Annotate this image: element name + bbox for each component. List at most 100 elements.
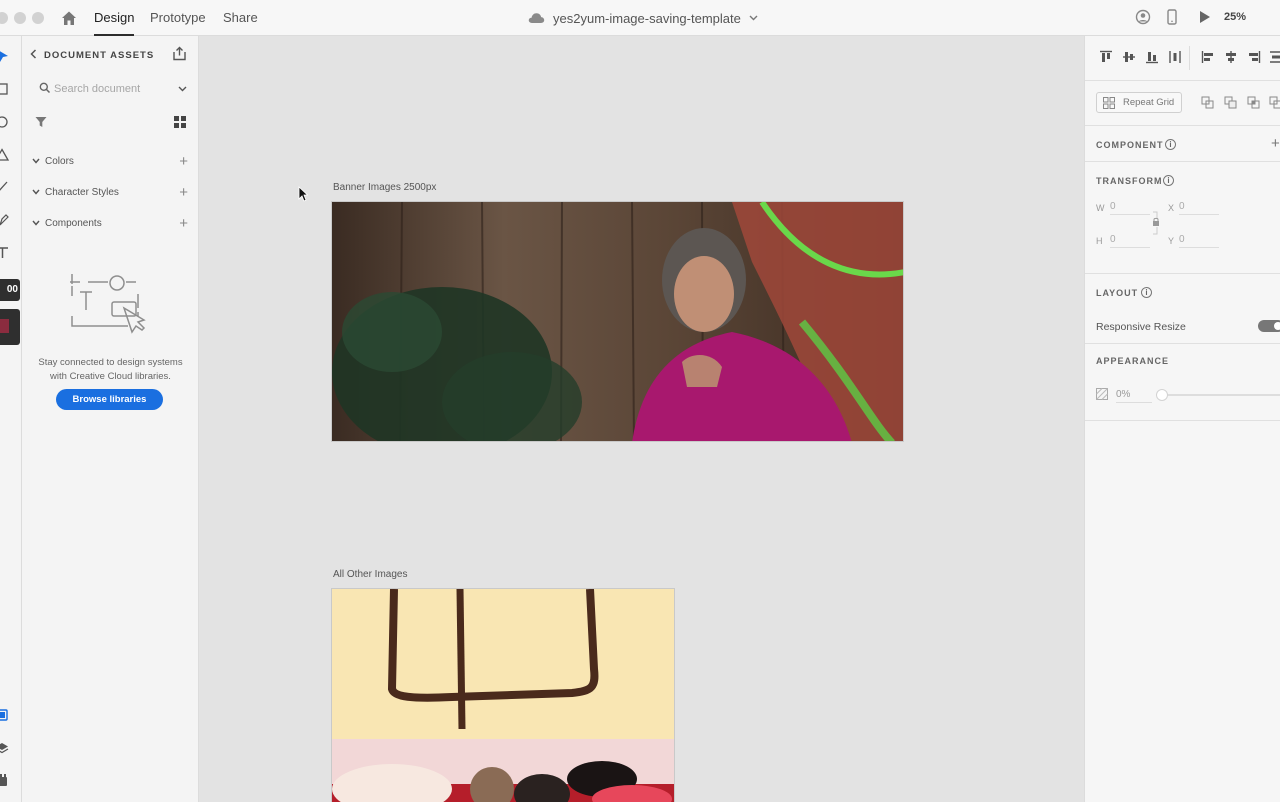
align-bottom-icon[interactable] [1145, 50, 1159, 64]
section-label: Colors [45, 156, 74, 167]
component-title: COMPONENT [1096, 140, 1164, 150]
appearance-title: APPEARANCE [1096, 356, 1170, 366]
polygon-tool-icon[interactable] [0, 148, 14, 162]
window-close-button[interactable] [0, 12, 8, 24]
artboard-all-other-images[interactable] [331, 588, 675, 802]
living-room-photo [332, 589, 674, 802]
artboard-title-banner[interactable]: Banner Images 2500px [333, 182, 436, 193]
align-right-icon[interactable] [1247, 50, 1261, 64]
assets-panel-icon[interactable] [0, 708, 14, 722]
export-share-icon[interactable] [172, 46, 187, 61]
user-profile-icon[interactable] [1135, 9, 1151, 25]
tab-design[interactable]: Design [94, 10, 135, 36]
empty-libraries-message: Stay connected to design systems with Cr… [22, 356, 199, 383]
align-center-icon[interactable] [1224, 50, 1238, 64]
divider [1189, 46, 1190, 70]
window-minimize-button[interactable] [14, 12, 26, 24]
browse-libraries-button[interactable]: Browse libraries [56, 389, 163, 410]
y-label: Y [1168, 236, 1175, 246]
width-field[interactable]: 0 [1110, 201, 1150, 215]
search-document-input[interactable] [54, 80, 174, 98]
opacity-slider-knob[interactable] [1156, 389, 1168, 401]
opacity-slider-track[interactable] [1162, 394, 1280, 396]
add-component-button[interactable]: + [1271, 135, 1280, 152]
grid-view-icon[interactable] [174, 116, 186, 128]
document-title-dropdown[interactable]: yes2yum-image-saving-template [528, 9, 758, 27]
document-title: yes2yum-image-saving-template [553, 10, 741, 26]
transform-section: TRANSFORM i W 0 H 0 X 0 Y 0 [1085, 162, 1280, 274]
component-info-icon[interactable]: i [1165, 139, 1176, 150]
repeat-grid-button[interactable]: Repeat Grid [1096, 92, 1182, 113]
x-label: X [1168, 203, 1175, 213]
search-filter-dropdown-icon[interactable] [178, 86, 187, 92]
ellipse-tool-icon[interactable] [0, 115, 14, 129]
document-assets-panel: DOCUMENT ASSETS Colors + Character Style… [22, 36, 199, 802]
align-left-icon[interactable] [1201, 50, 1215, 64]
add-color-button[interactable]: + [179, 153, 188, 170]
repeat-grid-icon [1103, 97, 1115, 109]
artboard-tool-badge[interactable]: 00 [0, 279, 20, 301]
search-icon [39, 82, 51, 94]
align-top-icon[interactable] [1099, 50, 1113, 64]
transform-info-icon[interactable]: i [1163, 175, 1174, 186]
boolean-add-icon[interactable] [1201, 96, 1214, 109]
component-section: COMPONENT i + [1085, 126, 1280, 162]
boolean-exclude-icon[interactable] [1269, 96, 1280, 109]
filter-icon[interactable] [35, 116, 47, 128]
layers-panel-icon[interactable] [0, 741, 14, 755]
play-preview-icon[interactable] [1198, 9, 1212, 25]
add-component-button[interactable]: + [179, 215, 188, 232]
chevron-down-icon [749, 15, 758, 21]
tab-share[interactable]: Share [223, 10, 258, 25]
chevron-down-icon [32, 158, 40, 164]
layout-section: LAYOUT i Responsive Resize [1085, 274, 1280, 344]
width-label: W [1096, 203, 1105, 213]
responsive-resize-label: Responsive Resize [1096, 321, 1186, 333]
repeat-grid-label: Repeat Grid [1123, 97, 1175, 108]
chevron-down-icon [32, 220, 40, 226]
x-field[interactable]: 0 [1179, 201, 1219, 215]
home-icon[interactable] [60, 9, 78, 27]
layout-info-icon[interactable]: i [1141, 287, 1152, 298]
boolean-intersect-icon[interactable] [1247, 96, 1260, 109]
height-field[interactable]: 0 [1110, 234, 1150, 248]
section-character-styles[interactable]: Character Styles + [32, 184, 190, 201]
section-components[interactable]: Components + [32, 215, 190, 232]
tab-prototype[interactable]: Prototype [150, 10, 206, 25]
distribute-vertical-icon[interactable] [1168, 50, 1182, 64]
boolean-subtract-icon[interactable] [1224, 96, 1237, 109]
search-bar [32, 80, 190, 98]
artboard-title-other[interactable]: All Other Images [333, 569, 407, 580]
zoom-level[interactable]: 25% [1224, 11, 1246, 23]
text-tool-icon[interactable] [0, 246, 14, 260]
mobile-preview-icon[interactable] [1167, 9, 1177, 25]
toggle-knob [1274, 322, 1280, 330]
lock-aspect-icon[interactable] [1150, 210, 1160, 236]
rectangle-tool-icon[interactable] [0, 82, 14, 96]
opacity-field[interactable]: 0% [1116, 389, 1152, 403]
distribute-horizontal-icon[interactable] [1269, 50, 1280, 64]
align-middle-icon[interactable] [1122, 50, 1136, 64]
appearance-section: APPEARANCE 0% [1085, 344, 1280, 421]
mouse-cursor-icon [298, 186, 308, 202]
select-tool-icon[interactable] [0, 50, 14, 64]
line-tool-icon[interactable] [0, 180, 14, 194]
align-toolbar [1085, 36, 1280, 81]
section-label: Character Styles [45, 187, 119, 198]
window-zoom-button[interactable] [32, 12, 44, 24]
empty-message-line: Stay connected to design systems [38, 357, 183, 368]
plugins-panel-icon[interactable] [0, 773, 14, 787]
responsive-resize-toggle[interactable] [1258, 320, 1280, 332]
design-systems-illustration-icon [70, 274, 146, 334]
cloud-icon [528, 13, 545, 23]
add-character-style-button[interactable]: + [179, 184, 188, 201]
artboard-banner-images[interactable] [331, 201, 904, 442]
fill-color-swatch[interactable] [0, 309, 20, 345]
layout-title: LAYOUT [1096, 288, 1139, 298]
section-colors[interactable]: Colors + [32, 153, 190, 170]
chevron-down-icon [32, 189, 40, 195]
transform-title: TRANSFORM [1096, 176, 1163, 186]
back-chevron-icon[interactable] [30, 49, 37, 59]
pen-tool-icon[interactable] [0, 213, 14, 227]
y-field[interactable]: 0 [1179, 234, 1219, 248]
